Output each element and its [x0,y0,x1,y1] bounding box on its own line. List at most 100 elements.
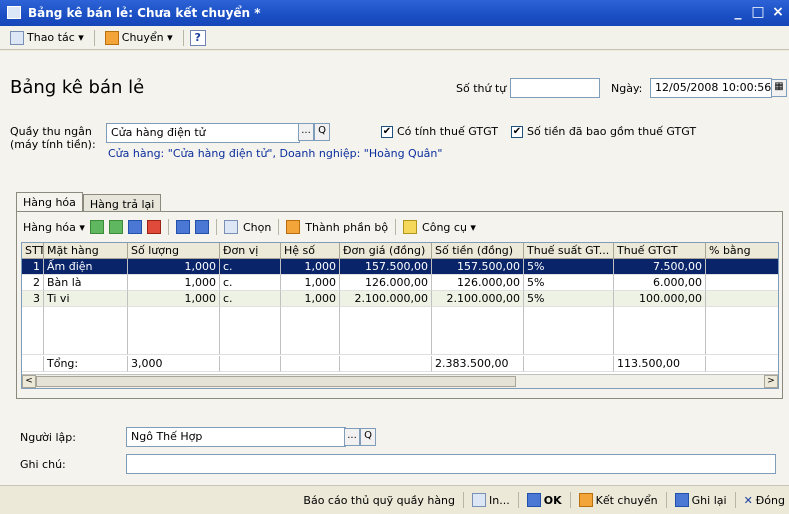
add-row-icon[interactable] [89,220,104,234]
note-input[interactable] [126,454,776,474]
maximize-button[interactable]: □ [751,4,765,20]
calendar-button[interactable]: ▦ [771,79,787,97]
cell-percent[interactable] [706,275,778,291]
vat-checkbox-label: Có tính thuế GTGT [397,125,498,138]
goods-table[interactable]: STT Mặt hàng Số lượng Đơn vị Hệ số Đơn g… [21,242,779,389]
move-down-icon[interactable] [194,220,209,234]
cell-qty[interactable]: 1,000 [128,275,220,291]
delete-row-icon[interactable] [146,220,161,234]
empty-cell [44,307,128,355]
calendar-icon: ▦ [774,81,784,92]
col-header-factor[interactable]: Hệ số [281,243,340,259]
actions-icon [10,30,24,45]
cell-vat[interactable]: 100.000,00 [614,291,706,307]
move-up-icon[interactable] [175,220,190,234]
empty-cell [614,307,706,355]
select-button[interactable]: Chọn [243,221,271,234]
post-button-label: Kết chuyển [595,493,658,507]
search-icon: Q [364,430,372,441]
close-button-label: Đóng [755,493,785,507]
scroll-thumb[interactable] [36,376,516,387]
total-percent [706,356,778,372]
cell-unit-price[interactable]: 2.100.000,00 [340,291,432,307]
post-button[interactable]: Kết chuyển [578,493,658,507]
col-header-percent[interactable]: % bằng [706,243,778,259]
creator-browse-button[interactable]: ... [344,428,360,446]
cashier-label-line2: (máy tính tiền): [10,138,96,151]
close-window-button[interactable]: × [771,4,785,20]
col-header-qty[interactable]: Số lượng [128,243,220,259]
cell-qty[interactable]: 1,000 [128,291,220,307]
transfer-icon [104,30,119,45]
table-row[interactable]: 3 Ti vi 1,000 c. 1,000 2.100.000,00 2.10… [22,291,778,307]
goods-menu[interactable]: Hàng hóa ▾ [23,221,85,234]
cell-item[interactable]: Ấm điện [44,259,128,275]
cashier-label-line1: Quầy thu ngân [10,125,92,138]
actions-menu[interactable]: Thao tác ▾ [6,29,88,47]
print-button-label: In... [489,493,510,507]
cell-amount[interactable]: 157.500,00 [432,259,524,275]
save-button[interactable]: Ghi lại [674,493,727,507]
scroll-right-button[interactable]: > [764,375,778,388]
cell-vat-rate[interactable]: 5% [524,259,614,275]
cell-amount[interactable]: 2.100.000,00 [432,291,524,307]
cell-percent[interactable] [706,291,778,307]
horizontal-scrollbar[interactable]: < > [22,374,778,388]
cell-unit[interactable]: c. [220,275,281,291]
cell-stt: 1 [22,259,44,275]
transfer-menu[interactable]: Chuyển ▾ [101,29,177,47]
copy-row-icon[interactable] [127,220,142,234]
help-button[interactable]: ? [189,29,206,46]
total-factor [281,356,340,372]
close-button[interactable]: ✕ Đóng [744,494,785,507]
order-input[interactable] [510,78,600,98]
cell-vat-rate[interactable]: 5% [524,291,614,307]
cell-unit[interactable]: c. [220,259,281,275]
footer-separator [734,492,736,508]
cell-percent[interactable] [706,259,778,275]
cell-factor[interactable]: 1,000 [281,275,340,291]
incl-vat-checkbox[interactable]: ✔ Số tiền đã bao gồm thuế GTGT [511,125,696,138]
cell-factor[interactable]: 1,000 [281,259,340,275]
cell-unit[interactable]: c. [220,291,281,307]
print-button[interactable]: In... [472,493,510,507]
tools-menu[interactable]: Công cụ ▾ [422,221,476,234]
cell-item[interactable]: Bàn là [44,275,128,291]
cell-qty[interactable]: 1,000 [128,259,220,275]
col-header-item[interactable]: Mặt hàng [44,243,128,259]
col-header-vat[interactable]: Thuế GTGT [614,243,706,259]
cell-vat[interactable]: 6.000,00 [614,275,706,291]
cell-item[interactable]: Ti vi [44,291,128,307]
cashier-browse-button[interactable]: ... [298,123,314,141]
cell-vat-rate[interactable]: 5% [524,275,614,291]
ok-button[interactable]: OK [526,493,562,507]
cashier-input[interactable]: Cửa hàng điện tử [106,123,300,143]
creator-input[interactable]: Ngô Thế Hợp [126,427,346,447]
cell-amount[interactable]: 126.000,00 [432,275,524,291]
cell-unit-price[interactable]: 157.500,00 [340,259,432,275]
col-header-vat-rate[interactable]: Thuế suất GT... [524,243,614,259]
col-header-unit[interactable]: Đơn vị [220,243,281,259]
col-header-unit-price[interactable]: Đơn giá (đồng) [340,243,432,259]
cell-unit-price[interactable]: 126.000,00 [340,275,432,291]
cell-factor[interactable]: 1,000 [281,291,340,307]
vat-checkbox[interactable]: ✔ Có tính thuế GTGT [381,125,498,138]
footer-separator [665,492,667,508]
empty-cell [220,307,281,355]
note-label: Ghi chú: [20,458,66,471]
table-row[interactable]: 1 Ấm điện 1,000 c. 1,000 157.500,00 157.… [22,259,778,275]
date-input[interactable]: 12/05/2008 10:00:56 [650,78,772,98]
toolbar-separator [167,219,169,235]
col-header-stt[interactable]: STT [22,243,44,259]
cashier-search-button[interactable]: Q [314,123,330,141]
cell-vat[interactable]: 7.500,00 [614,259,706,275]
scroll-left-button[interactable]: < [22,375,36,388]
insert-row-icon[interactable] [108,220,123,234]
components-button[interactable]: Thành phần bộ [305,221,388,234]
minimize-button[interactable]: _ [731,4,745,20]
creator-search-button[interactable]: Q [360,428,376,446]
toolbar-separator [278,219,280,235]
report-button[interactable]: Báo cáo thủ quỹ quầy hàng [303,494,455,507]
col-header-amount[interactable]: Số tiền (đồng) [432,243,524,259]
table-row[interactable]: 2 Bàn là 1,000 c. 1,000 126.000,00 126.0… [22,275,778,291]
